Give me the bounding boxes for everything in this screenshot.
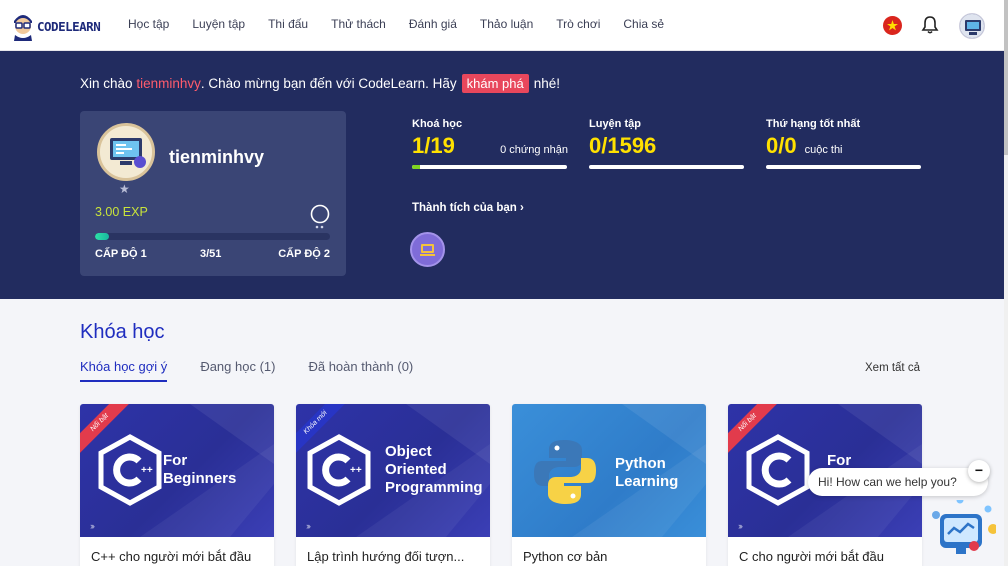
chat-close-button[interactable]: − <box>968 460 990 482</box>
stat-sub: cuộc thi <box>804 144 843 156</box>
stat-label: Luyện tập <box>589 118 641 130</box>
next-level: CẤP ĐỘ 2 <box>278 248 330 260</box>
course-title[interactable]: C cho người mới bắt đầu <box>739 549 884 564</box>
greeting: Xin chào tienminhvy. Chào mừng bạn đến v… <box>80 74 560 93</box>
course-thumbnail: Python Learning <box>512 404 706 537</box>
stat-progress-fill <box>412 165 421 169</box>
stat-label: Khoá học <box>412 118 463 130</box>
stat-practice: Luyện tập 0/1596 <box>589 118 745 169</box>
logo-text: CODELEARN <box>37 18 101 34</box>
menu-item-thi-dau[interactable]: Thi đấu <box>268 17 308 31</box>
page-scrollbar[interactable] <box>1004 0 1008 566</box>
mascot-logo-icon <box>14 15 32 41</box>
cpp-hexagon-icon: ++ <box>98 434 162 506</box>
greeting-suffix: nhé! <box>533 76 561 91</box>
menu-item-luyen-tap[interactable]: Luyện tập <box>192 17 245 31</box>
tab-suggested[interactable]: Khóa học gợi ý <box>80 359 168 382</box>
stat-value: 0/1596 <box>589 133 657 158</box>
c-hexagon-icon <box>746 434 810 506</box>
level-progress-fill <box>95 233 110 240</box>
course-title[interactable]: C++ cho người mới bắt đầu <box>91 549 251 564</box>
course-title[interactable]: Python cơ bản <box>523 549 607 564</box>
level-count: 3/51 <box>200 248 222 260</box>
explore-link[interactable]: khám phá <box>461 74 529 93</box>
stat-progress-bar <box>766 165 921 169</box>
course-card[interactable]: ++ Object Oriented Programming Khóa mới … <box>296 404 490 566</box>
tab-in-progress[interactable]: Đang học (1) <box>200 359 275 382</box>
exp-value: 3.00 EXP <box>95 205 148 219</box>
achievements-link[interactable]: Thành tích của bạn › <box>412 202 524 214</box>
course-caption: For Beginners <box>163 452 237 487</box>
course-caption: Python Learning <box>615 455 679 490</box>
menu-item-danh-gia[interactable]: Đánh giá <box>409 17 457 31</box>
menu-item-thao-luan[interactable]: Thảo luận <box>480 17 533 31</box>
main-menu: Học tập Luyện tập Thi đấu Thử thách Đánh… <box>128 17 687 31</box>
stat-label: Thứ hạng tốt nhất <box>766 118 861 130</box>
course-card[interactable]: ++ For Beginners Nổi bật ››› C++ cho ngư… <box>80 404 274 566</box>
top-navbar: CODELEARN Học tập Luyện tập Thi đấu Thử … <box>0 0 1004 51</box>
stat-value: 1/19 <box>412 133 455 158</box>
user-avatar[interactable] <box>959 13 985 39</box>
scrollbar-thumb[interactable] <box>1004 0 1008 155</box>
profile-name: tienminhvy <box>169 147 265 167</box>
menu-item-chia-se[interactable]: Chia sẻ <box>623 17 664 31</box>
chat-bot-icon[interactable] <box>930 500 996 560</box>
stat-value: 0/0 <box>766 133 797 158</box>
level-progress-bar <box>95 233 330 240</box>
chat-prompt-bubble[interactable]: Hi! How can we help you? <box>808 468 988 496</box>
current-level: CẤP ĐỘ 1 <box>95 248 147 260</box>
course-title[interactable]: Lập trình hướng đối tượn... <box>307 549 464 564</box>
stat-rank: Thứ hạng tốt nhất 0/0 cuộc thi <box>766 118 922 169</box>
stat-sub: 0 chứng nhận <box>500 144 568 156</box>
greeting-prefix: Xin chào <box>80 76 133 91</box>
greeting-mid: . Chào mừng bạn đến với CodeLearn. Hãy <box>200 76 457 91</box>
chevron-right-icon: › <box>520 202 524 214</box>
svg-text:++: ++ <box>141 465 153 476</box>
svg-text:++: ++ <box>350 465 362 476</box>
stat-progress-bar <box>589 165 744 169</box>
menu-item-hoc-tap[interactable]: Học tập <box>128 17 169 31</box>
python-logo-icon <box>534 440 596 504</box>
menu-item-tro-choi[interactable]: Trò chơi <box>556 17 600 31</box>
cpp-hexagon-icon: ++ <box>307 434 371 506</box>
tab-completed[interactable]: Đã hoàn thành (0) <box>308 359 413 382</box>
vietnam-flag-icon[interactable] <box>883 16 902 35</box>
bell-icon[interactable] <box>920 15 940 35</box>
achievement-badge-icon[interactable] <box>410 232 445 267</box>
course-card[interactable]: Python Learning Python cơ bản <box>512 404 706 566</box>
course-caption: Object Oriented Programming <box>385 443 483 496</box>
star-icon: ★ <box>119 182 130 196</box>
course-thumbnail: ++ Object Oriented Programming Khóa mới … <box>296 404 490 537</box>
arrows-decor-icon: ››› <box>738 521 743 531</box>
logo[interactable]: CODELEARN <box>10 10 101 42</box>
stat-courses: Khoá học 1/19 0 chứng nhận <box>412 118 568 169</box>
profile-card: ★ tienminhvy 3.00 EXP CẤP ĐỘ 1 3/51 CẤP … <box>80 111 346 276</box>
menu-item-thu-thach[interactable]: Thử thách <box>331 17 386 31</box>
achievements-label: Thành tích của bạn <box>412 202 517 214</box>
see-all-link[interactable]: Xem tất cả <box>865 362 920 374</box>
stat-progress-bar <box>412 165 567 169</box>
hero-section: Xin chào tienminhvy. Chào mừng bạn đến v… <box>0 51 1004 299</box>
profile-avatar[interactable] <box>97 123 155 181</box>
arrows-decor-icon: ››› <box>306 521 311 531</box>
section-title: Khóa học <box>80 321 165 343</box>
greeting-username[interactable]: tienminhvy <box>136 76 201 91</box>
course-tabs: Khóa học gợi ý Đang học (1) Đã hoàn thàn… <box>80 359 446 382</box>
arrows-decor-icon: ››› <box>90 521 95 531</box>
course-thumbnail: ++ For Beginners Nổi bật ››› <box>80 404 274 537</box>
medal-icon <box>310 204 330 229</box>
